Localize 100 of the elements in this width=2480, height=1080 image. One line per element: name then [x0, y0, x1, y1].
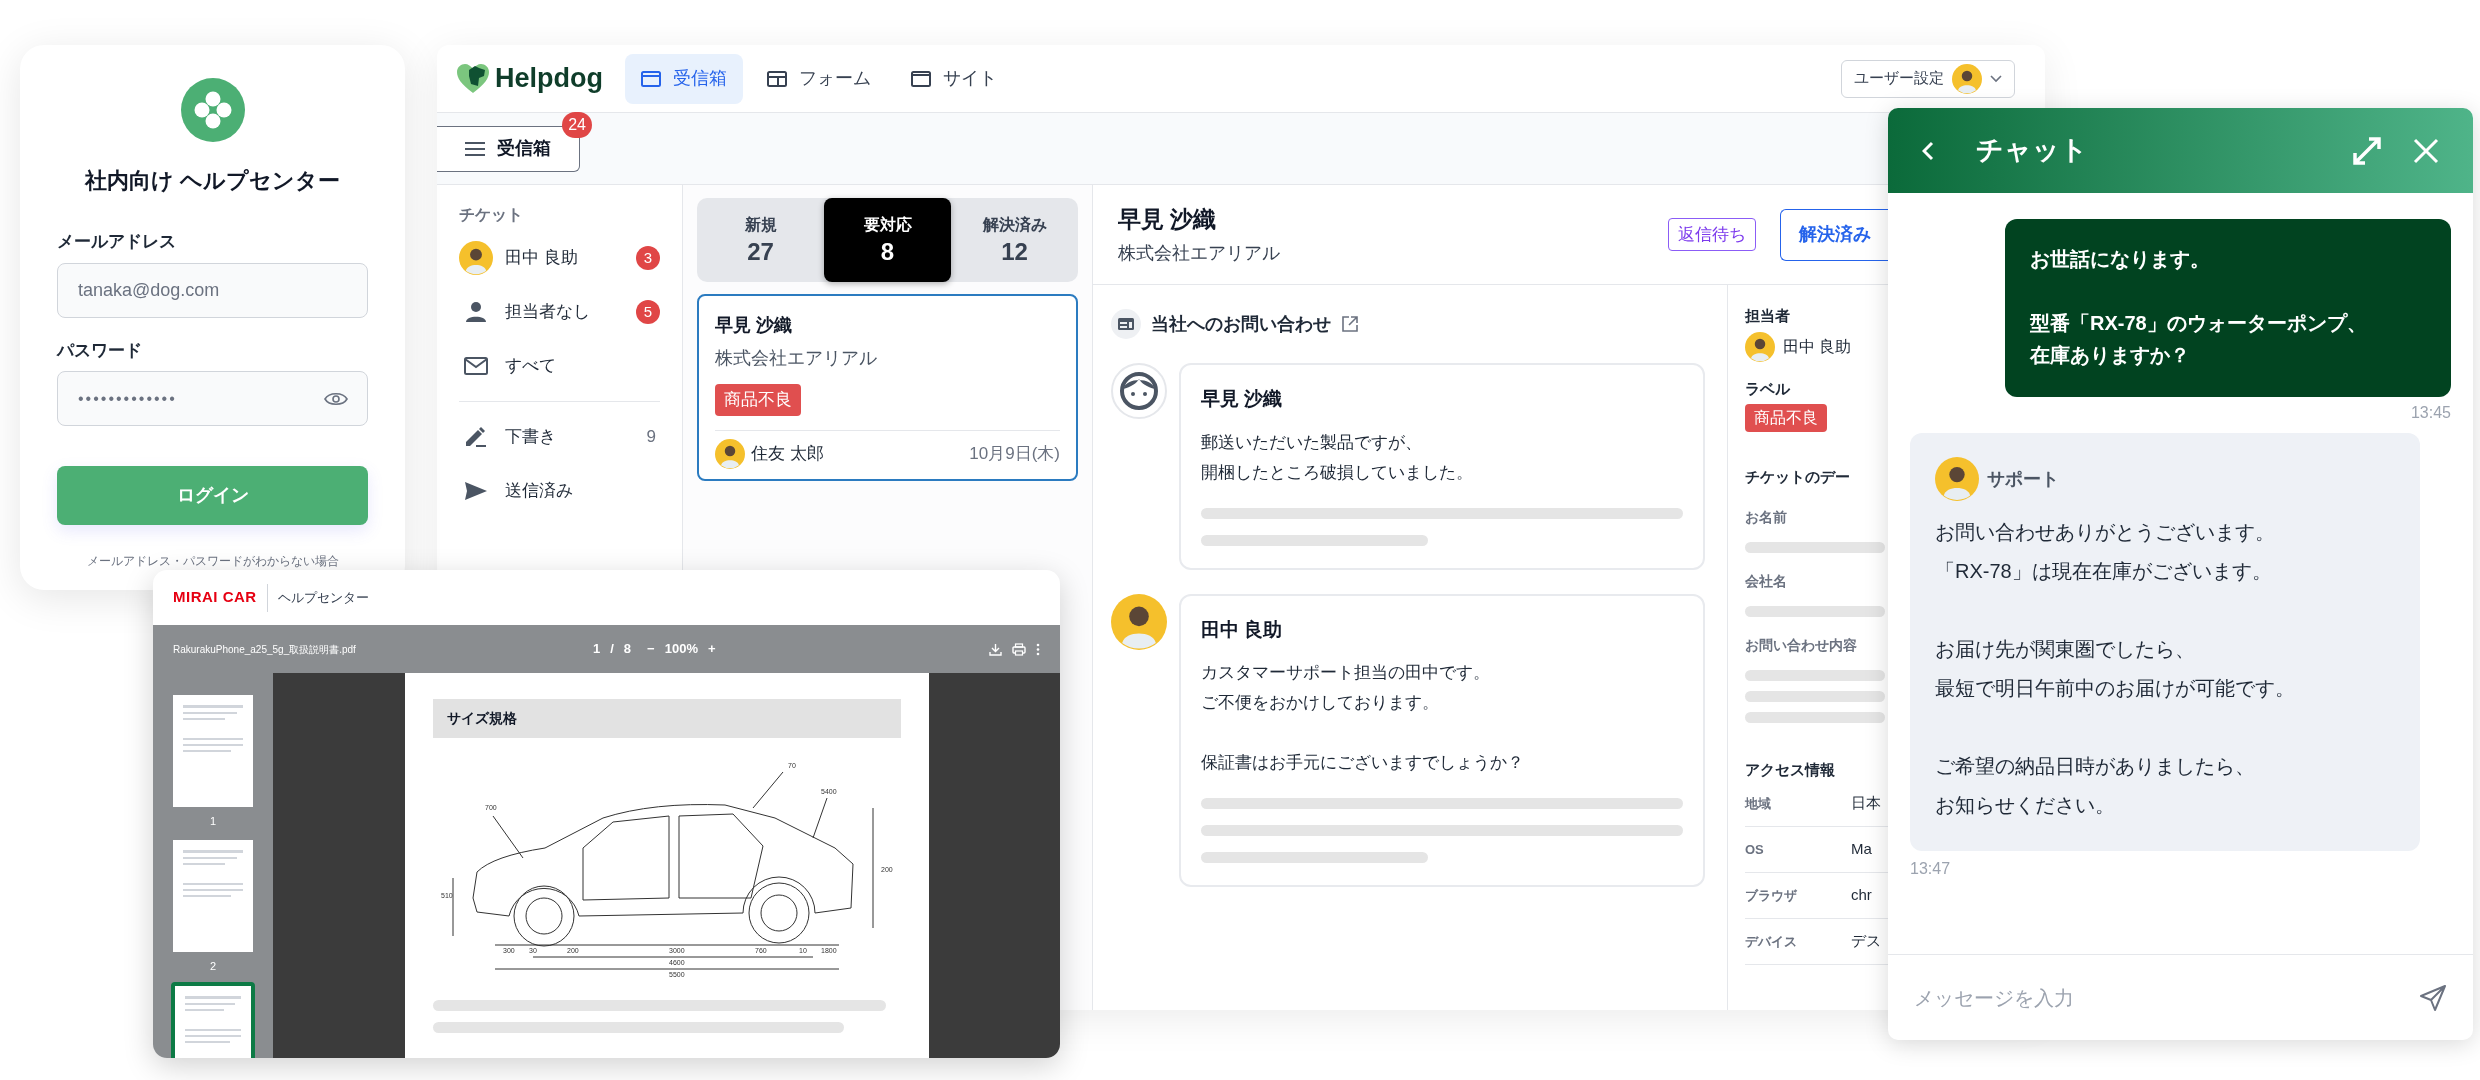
avatar — [1952, 63, 1982, 94]
info-key: OS — [1745, 839, 1851, 860]
message-line: 「RX-78」は現在在庫がございます。 — [1935, 559, 2272, 584]
zoom-level: 100% — [664, 640, 698, 659]
section-heading: 担当者 — [1745, 306, 1790, 326]
message-line: 郵送いただいた製品ですが、 — [1201, 431, 1422, 454]
dog-heart-logo-icon — [457, 63, 489, 94]
sidebar-item[interactable]: 送信済み — [459, 464, 660, 518]
page-total: 8 — [623, 640, 632, 659]
window-icon — [911, 70, 931, 87]
count-badge: 5 — [636, 300, 660, 324]
section-heading: ラベル — [1745, 378, 1790, 399]
message-line: お問い合わせありがとうございます。 — [1935, 520, 2275, 545]
section-heading: チケットのデー — [1745, 467, 1850, 487]
nav-tab[interactable]: サイト — [895, 53, 1013, 104]
field-label: お問い合わせ内容 — [1745, 635, 1857, 655]
thumbnail-label: 2 — [209, 958, 217, 974]
close-icon[interactable] — [2413, 137, 2439, 164]
nav-tab[interactable]: フォーム — [751, 53, 887, 104]
person-icon — [465, 301, 487, 323]
password-label: パスワード — [57, 339, 142, 362]
brand-logo: MIRAI CAR — [173, 587, 257, 608]
page-number: 1 — [593, 640, 601, 659]
avatar — [459, 241, 493, 275]
customer-name: 早見 沙織 — [1118, 204, 1218, 234]
sidebar-item[interactable]: 田中 良助 3 — [459, 231, 660, 285]
message-line: カスタマーサポート担当の田中です。 — [1201, 662, 1490, 684]
thumbnail-label: 1 — [209, 814, 217, 829]
message-author: 早見 沙織 — [1201, 387, 1284, 411]
info-key: ブラウザ — [1745, 885, 1851, 906]
item-count: 9 — [646, 426, 657, 449]
avatar — [1745, 331, 1775, 362]
send-icon — [464, 481, 488, 501]
sidebar-item[interactable]: すべて — [459, 339, 660, 393]
message-line: ご希望の納品日時がありましたら、 — [1935, 754, 2255, 779]
count-badge: 24 — [562, 111, 592, 138]
status-badge: 返信待ち — [1668, 217, 1756, 252]
message-input[interactable]: メッセージを入力 — [1914, 982, 2419, 1013]
nav-tab[interactable]: 受信箱 — [625, 53, 743, 104]
field-label: 会社名 — [1745, 571, 1787, 591]
ticket-card[interactable]: 早見 沙織 株式会社エアリアル 商品不良 住友 太郎 10月9日(木) — [697, 294, 1078, 481]
inbox-icon — [641, 70, 661, 87]
company-name: 株式会社エアリアル — [1118, 242, 1281, 266]
message-line: 型番「RX-78」のウォーターポンプ、 — [2030, 311, 2367, 336]
avatar — [1111, 593, 1167, 650]
chat-title: チャット — [1976, 134, 2088, 168]
message-line: お知らせください。 — [1935, 793, 2115, 818]
user-settings-button[interactable]: ユーザー設定 — [1841, 59, 2015, 98]
download-icon[interactable] — [989, 642, 1002, 656]
back-icon[interactable] — [1922, 140, 1934, 161]
assignee-name: 田中 良助 — [1783, 336, 1852, 357]
label-tag: 商品不良 — [715, 384, 801, 416]
form-icon — [1111, 309, 1141, 339]
avatar — [1935, 457, 1979, 501]
info-value: デス — [1851, 931, 1881, 952]
ticket-date: 10月9日(木) — [969, 442, 1060, 465]
menu-icon — [465, 141, 485, 156]
clover-logo-icon — [180, 78, 245, 142]
section-heading: アクセス情報 — [1745, 759, 1835, 780]
message-line: 在庫ありますか？ — [2030, 343, 2190, 368]
status-tab[interactable]: 要対応 8 — [824, 198, 951, 282]
message-author: 田中 良助 — [1201, 617, 1284, 642]
email-field[interactable]: tanaka@dog.com — [57, 262, 368, 318]
count-badge: 3 — [636, 246, 660, 270]
info-value: 日本 — [1851, 793, 1881, 814]
message-line: ご不便をおかけしております。 — [1201, 692, 1439, 714]
company-name: 株式会社エアリアル — [715, 347, 878, 370]
sidebar-item[interactable]: 担当者なし 5 — [459, 285, 660, 339]
login-title: 社内向け ヘルプセンター — [84, 167, 341, 195]
chevron-down-icon — [1990, 74, 2002, 83]
eye-icon[interactable] — [324, 391, 348, 407]
source-title: 当社へのお問い合わせ — [1151, 312, 1331, 336]
assignee-name: 住友 太郎 — [751, 442, 825, 465]
app-logo: Helpdog — [495, 62, 603, 96]
external-link-icon[interactable] — [1341, 315, 1359, 333]
print-icon[interactable] — [1012, 642, 1026, 656]
more-icon[interactable] — [1036, 642, 1040, 656]
customer-name: 早見 沙織 — [715, 314, 793, 337]
field-label: お名前 — [1745, 507, 1787, 527]
sidebar-item[interactable]: 下書き 9 — [459, 410, 660, 464]
file-name: RakurakuPhone_a25_5g_取扱説明書.pdf — [173, 642, 357, 657]
page-thumbnail[interactable] — [171, 693, 255, 809]
label-tag: 商品不良 — [1745, 404, 1827, 432]
status-tab[interactable]: 解決済み 12 — [951, 198, 1078, 282]
page-heading: サイズ規格 — [432, 699, 901, 738]
message-time: 13:47 — [1910, 859, 1951, 879]
message-line: 保証書はお手元にございますでしょうか？ — [1201, 752, 1524, 774]
status-tab[interactable]: 新規 27 — [697, 198, 824, 282]
email-label: メールアドレス — [57, 231, 176, 253]
face-icon — [1111, 363, 1167, 419]
help-link[interactable]: メールアドレス・パスワードがわからない場合 — [86, 552, 339, 570]
pencil-icon — [464, 426, 488, 448]
info-value: chr — [1851, 885, 1872, 906]
info-key: デバイス — [1745, 931, 1851, 952]
password-field[interactable]: ••••••••••••• — [57, 371, 368, 426]
message-line: お世話になります。 — [2030, 247, 2210, 272]
send-icon[interactable] — [2419, 983, 2447, 1012]
form-icon — [767, 70, 787, 87]
page-thumbnail[interactable] — [171, 837, 255, 954]
expand-icon[interactable] — [2351, 134, 2383, 167]
